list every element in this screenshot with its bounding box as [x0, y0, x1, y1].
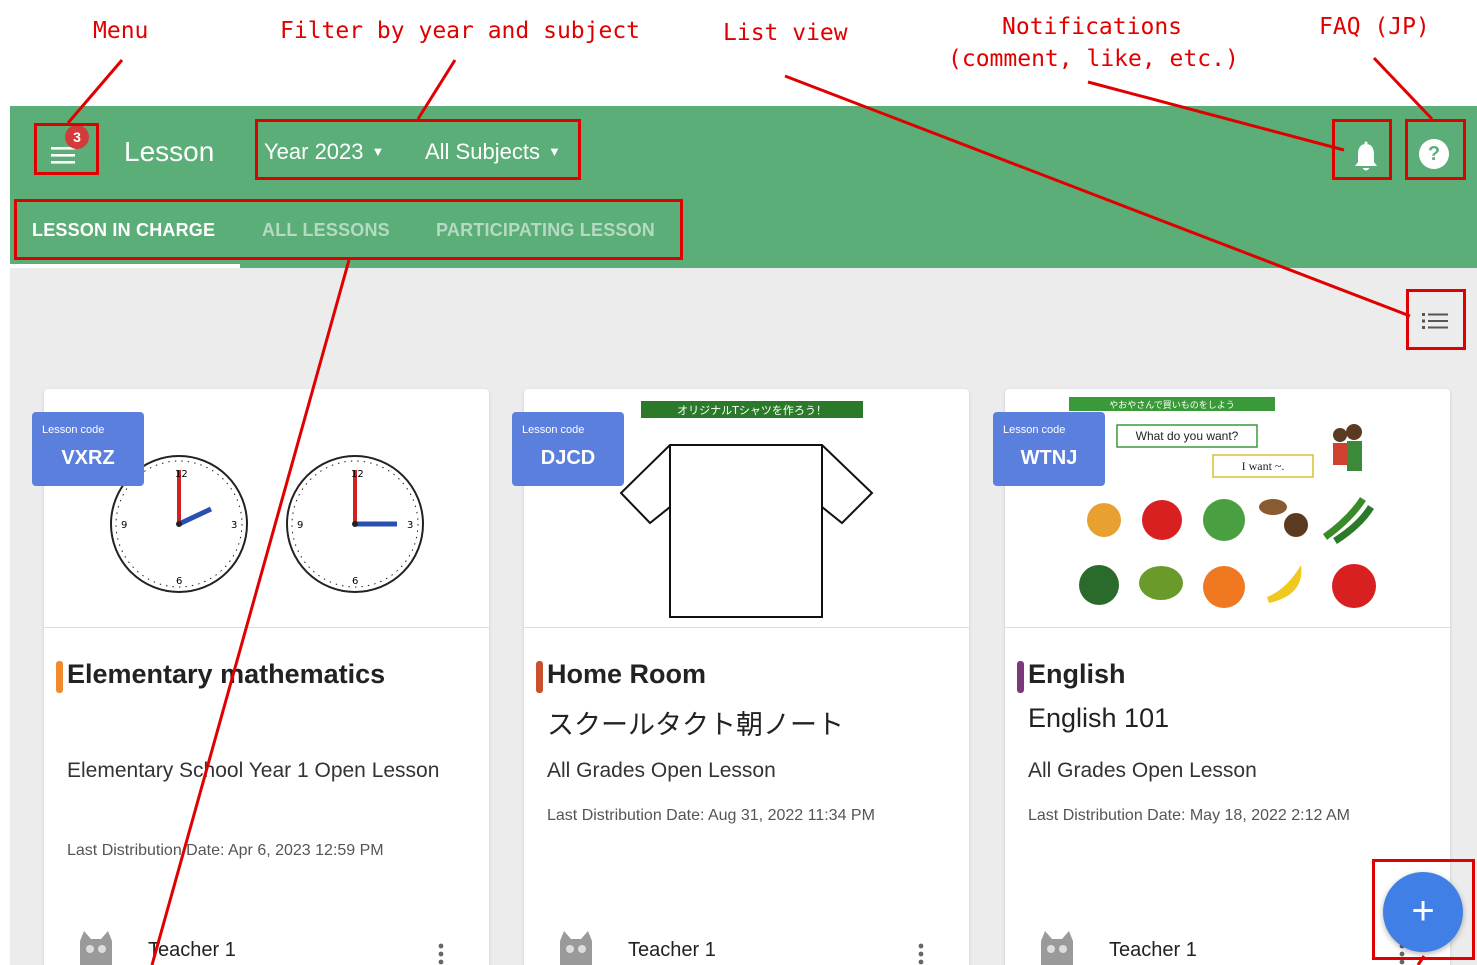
teacher-avatar — [74, 927, 118, 965]
lesson-grade: Elementary School Year 1 Open Lesson — [67, 759, 440, 782]
lesson-card[interactable]: オリジナルTシャツを作ろう！ Lesson code DJCD Home Roo… — [512, 389, 969, 965]
lesson-name: スクールタクト朝ノート — [547, 710, 844, 741]
tab-all-lessons[interactable]: ALL LESSONS — [262, 220, 390, 241]
chevron-down-icon: ▼ — [547, 144, 561, 159]
teacher-name: Teacher 1 — [1109, 939, 1197, 961]
tab-participating-lesson[interactable]: PARTICIPATING LESSON — [436, 220, 655, 241]
subject-filter-label: All Subjects — [425, 139, 540, 164]
subject-title: English — [1028, 659, 1126, 689]
app-header: 3 Lesson Year 2023 ▼ All Subjects ▼ ? LESS… — [10, 106, 1477, 268]
lesson-code-label: Lesson code — [1003, 424, 1066, 436]
lesson-grade: All Grades Open Lesson — [1028, 759, 1257, 782]
lesson-card[interactable]: 12 3 6 9 12 3 6 9 Lesson code VXRZ Eleme… — [32, 389, 489, 965]
callout-notifications-line1: Notifications — [1002, 14, 1183, 40]
page-title: Lesson — [124, 136, 215, 167]
callout-filter: Filter by year and subject — [280, 18, 641, 44]
callout-notifications-line2: (comment, like, etc.) — [948, 46, 1239, 72]
svg-text:9: 9 — [121, 520, 127, 531]
lesson-code-value: VXRZ — [61, 447, 115, 469]
tab-lesson-in-charge[interactable]: LESSON IN CHARGE — [32, 220, 215, 241]
lesson-code-badge: Lesson code VXRZ — [32, 412, 144, 486]
add-lesson-button[interactable]: + — [1383, 872, 1463, 952]
svg-text:6: 6 — [352, 576, 358, 587]
svg-text:9: 9 — [297, 520, 303, 531]
lesson-app: 3 Lesson Year 2023 ▼ All Subjects ▼ ? LESS… — [10, 106, 1477, 965]
subject-color-bar — [536, 661, 543, 693]
chevron-down-icon: ▼ — [371, 144, 385, 159]
help-icon[interactable]: ? — [1419, 139, 1449, 169]
callout-list-view: List view — [723, 20, 848, 46]
subject-filter-dropdown[interactable]: All Subjects ▼ — [425, 139, 561, 165]
bell-icon[interactable] — [1351, 140, 1381, 176]
svg-text:12: 12 — [175, 469, 188, 480]
svg-text:6: 6 — [176, 576, 182, 587]
subject-title: Home Room — [547, 659, 707, 689]
notification-count-badge: 3 — [65, 125, 89, 149]
teacher-avatar — [554, 927, 598, 965]
lesson-code-value: DJCD — [540, 447, 596, 469]
lesson-card[interactable]: やおやさんで買いものをしよう What do you want? I want … — [993, 389, 1450, 965]
lesson-name: English 101 — [1028, 703, 1170, 733]
list-view-icon[interactable] — [1422, 310, 1448, 332]
teacher-name: Teacher 1 — [628, 939, 716, 961]
callout-menu: Menu — [93, 18, 149, 44]
svg-text:3: 3 — [407, 520, 413, 531]
lesson-code-value: WTNJ — [1020, 447, 1078, 469]
subject-color-bar — [1017, 661, 1024, 693]
callout-faq: FAQ (JP) — [1319, 14, 1430, 40]
speech-bubble-question: What do you want? — [1135, 429, 1239, 443]
image-banner-text: やおやさんで買いものをしよう — [1109, 401, 1235, 411]
lesson-code-label: Lesson code — [42, 424, 105, 436]
lesson-code-badge: Lesson code WTNJ — [993, 412, 1105, 486]
more-options-icon[interactable] — [436, 941, 446, 965]
svg-text:3: 3 — [231, 520, 237, 531]
year-filter-label: Year 2023 — [264, 139, 364, 164]
teacher-avatar — [1035, 927, 1079, 965]
subject-title: Elementary mathematics — [67, 659, 386, 689]
subject-color-bar — [56, 661, 63, 693]
image-banner-text: オリジナルTシャツを作ろう！ — [677, 404, 827, 417]
lesson-code-label: Lesson code — [522, 424, 585, 436]
last-distribution-date: Last Distribution Date: May 18, 2022 2:1… — [1028, 807, 1350, 824]
active-tab-indicator — [10, 264, 240, 268]
year-filter-dropdown[interactable]: Year 2023 ▼ — [264, 139, 384, 165]
lesson-code-badge: Lesson code DJCD — [512, 412, 624, 486]
lesson-grade: All Grades Open Lesson — [547, 759, 776, 782]
last-distribution-date: Last Distribution Date: Aug 31, 2022 11:… — [547, 807, 875, 824]
teacher-name: Teacher 1 — [148, 939, 236, 961]
last-distribution-date: Last Distribution Date: Apr 6, 2023 12:5… — [67, 842, 384, 859]
speech-bubble-answer: I want ~. — [1241, 459, 1285, 473]
svg-text:12: 12 — [351, 469, 364, 480]
more-options-icon[interactable] — [916, 941, 926, 965]
